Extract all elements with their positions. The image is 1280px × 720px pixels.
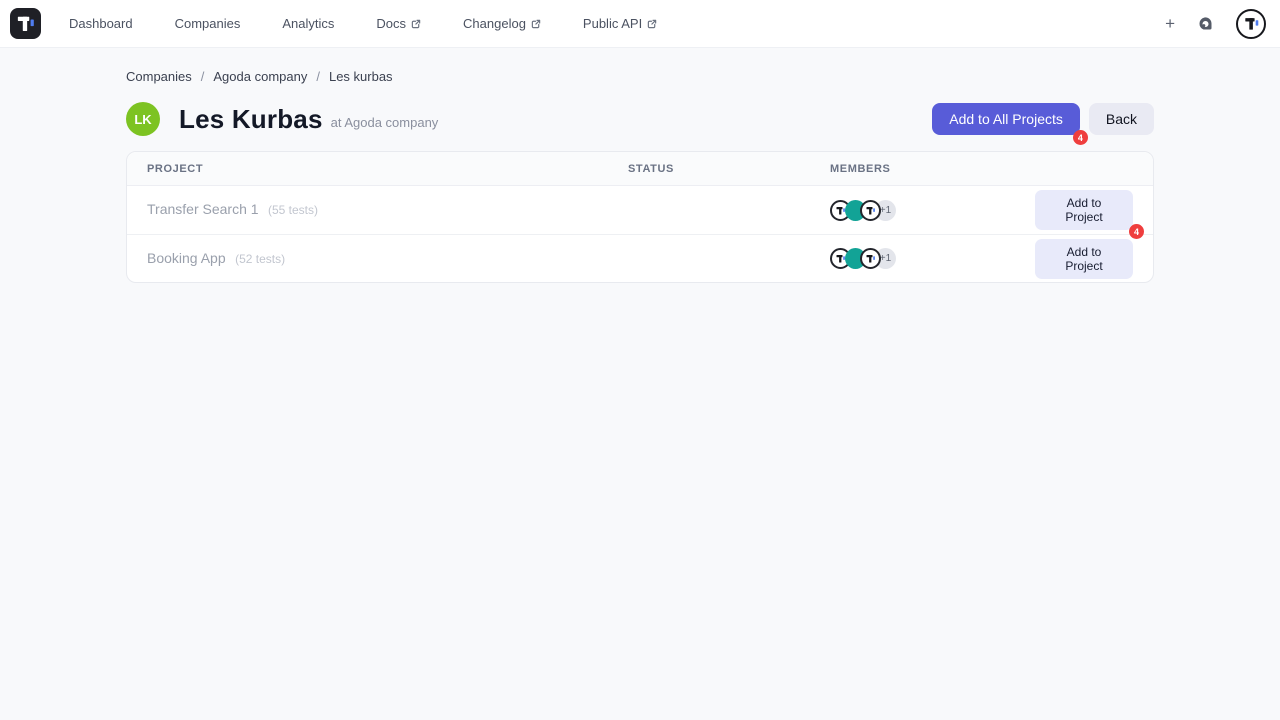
members-avatar-stack[interactable]: +1: [830, 248, 1035, 269]
project-name-link[interactable]: Booking App: [147, 250, 226, 266]
header-actions: Add to All Projects 4 Back: [932, 103, 1154, 135]
breadcrumb-les-kurbas[interactable]: Les kurbas: [329, 69, 393, 84]
brand-t-icon: [1243, 15, 1260, 32]
table-row-transfer-search-1: Transfer Search 1 (55 tests) +1: [127, 186, 1153, 234]
nav-item-public-api[interactable]: Public API: [583, 16, 657, 31]
notification-badge: 4: [1073, 130, 1088, 145]
external-link-icon: [531, 19, 541, 29]
back-button[interactable]: Back: [1089, 103, 1154, 135]
project-name-link[interactable]: Transfer Search 1: [147, 201, 259, 217]
project-tests-count: (52 tests): [235, 252, 285, 266]
external-link-icon: [411, 19, 421, 29]
nav-item-dashboard[interactable]: Dashboard: [69, 16, 133, 31]
breadcrumb-separator: /: [201, 69, 205, 84]
breadcrumb-separator: /: [316, 69, 320, 84]
nav-item-docs[interactable]: Docs: [376, 16, 421, 31]
column-header-members: MEMBERS: [810, 163, 1035, 175]
nav-item-companies[interactable]: Companies: [175, 16, 241, 31]
member-avatar: [860, 248, 881, 269]
top-navigation: Dashboard Companies Analytics Docs Chang…: [0, 0, 1280, 48]
page-header: LK Les Kurbas at Agoda company Add to Al…: [126, 102, 1154, 136]
main-content: Companies / Agoda company / Les kurbas L…: [126, 48, 1154, 283]
add-new-button[interactable]: +: [1165, 15, 1175, 32]
breadcrumb-companies[interactable]: Companies: [126, 69, 192, 84]
nav-item-analytics[interactable]: Analytics: [282, 16, 334, 31]
user-avatar[interactable]: [1236, 9, 1266, 39]
brand-t-icon: [865, 205, 876, 216]
page-subtitle: at Agoda company: [331, 115, 439, 130]
external-link-icon: [647, 19, 657, 29]
members-avatar-stack[interactable]: +1: [830, 200, 1035, 221]
project-tests-count: (55 tests): [268, 203, 318, 217]
add-to-project-button[interactable]: Add to Project: [1035, 239, 1133, 279]
nav-links: Dashboard Companies Analytics Docs Chang…: [69, 16, 657, 31]
breadcrumb-agoda-company[interactable]: Agoda company: [213, 69, 307, 84]
brand-t-icon: [865, 253, 876, 264]
add-to-project-button[interactable]: Add to Project 4: [1035, 190, 1133, 230]
add-to-all-projects-button[interactable]: Add to All Projects 4: [932, 103, 1080, 135]
brand-t-icon: [15, 13, 37, 35]
page-title: Les Kurbas: [179, 104, 323, 135]
topnav-right: +: [1165, 9, 1266, 39]
projects-table: PROJECT STATUS MEMBERS Transfer Search 1…: [126, 151, 1154, 283]
member-avatar: [860, 200, 881, 221]
column-header-status: STATUS: [608, 163, 810, 175]
search-icon: [1197, 15, 1214, 32]
table-header-row: PROJECT STATUS MEMBERS: [127, 152, 1153, 186]
breadcrumb: Companies / Agoda company / Les kurbas: [126, 69, 1154, 84]
table-row-booking-app: Booking App (52 tests) +1 Add: [127, 234, 1153, 282]
column-header-project: PROJECT: [127, 163, 608, 175]
nav-item-changelog[interactable]: Changelog: [463, 16, 541, 31]
person-avatar: LK: [126, 102, 160, 136]
search-button[interactable]: [1197, 15, 1214, 32]
app-logo[interactable]: [10, 8, 41, 39]
